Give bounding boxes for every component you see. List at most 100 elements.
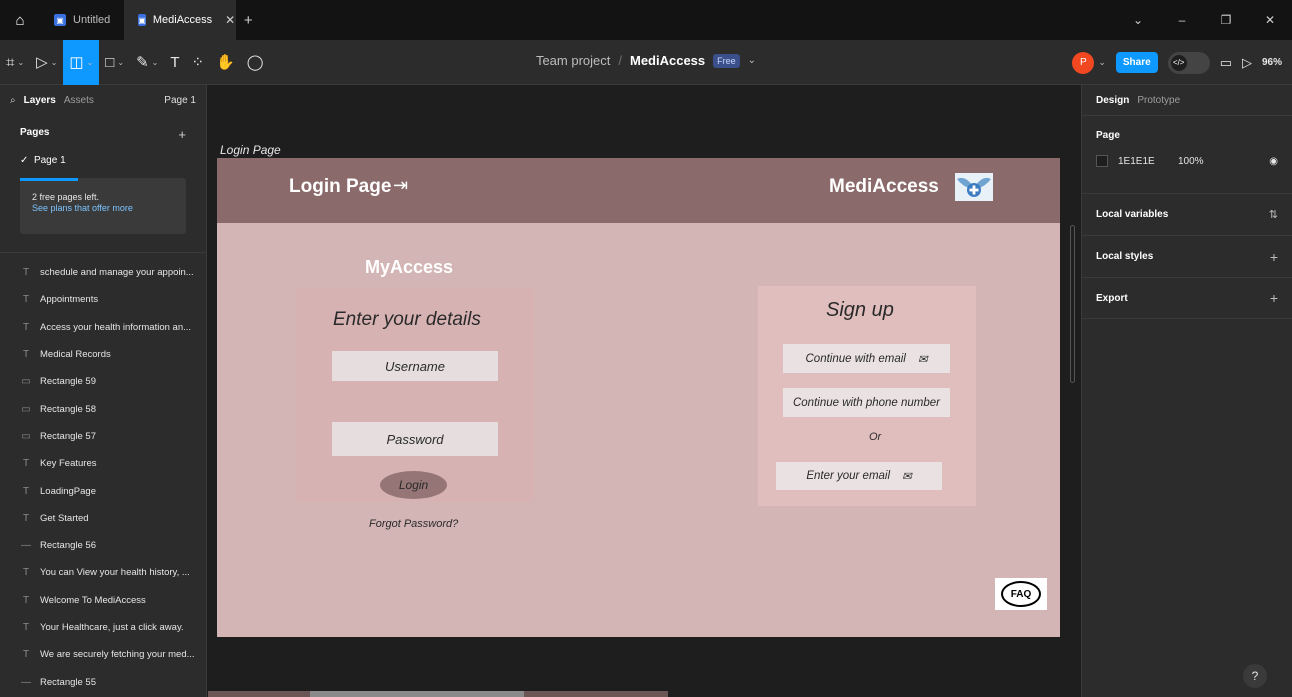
password-field[interactable]: Password — [332, 422, 498, 456]
search-icon[interactable]: ⌕ — [10, 95, 16, 106]
minimize-button[interactable]: – — [1160, 13, 1204, 27]
add-icon[interactable]: + — [1270, 290, 1278, 306]
rectangle-layer-icon: ▭ — [21, 376, 31, 388]
mail-icon: ✉ — [902, 471, 912, 483]
layer-item[interactable]: ▭ Rectangle 58 — [0, 395, 206, 422]
continue-phone-button[interactable]: Continue with phone number — [783, 388, 950, 417]
shape-tool[interactable]: □ ⌄ — [99, 40, 130, 85]
library-icon[interactable]: ▭ — [1220, 55, 1232, 71]
main-menu-button[interactable]: ⌗ ⌄ — [0, 40, 30, 85]
layer-item[interactable]: ▭ Rectangle 59 — [0, 368, 206, 395]
resources-tool[interactable]: ⁘ — [186, 40, 211, 85]
add-tab-button[interactable]: + — [236, 12, 260, 29]
text-layer-icon: T — [22, 512, 30, 524]
username-field[interactable]: Username — [332, 351, 498, 381]
layer-item[interactable]: T Appointments — [0, 286, 206, 313]
figma-menu-icon: ⌗ — [6, 53, 15, 71]
file-breadcrumb[interactable]: Team project / MediAccess Free ⌄ — [536, 53, 756, 68]
local-variables-section[interactable]: Local variables ⇅ — [1082, 193, 1292, 235]
layer-label: Welcome To MediAccess — [40, 594, 146, 606]
present-icon[interactable]: ▷ — [1242, 55, 1252, 71]
add-icon[interactable]: + — [1270, 249, 1278, 265]
pen-tool[interactable]: ✎ ⌄ — [130, 40, 164, 85]
forgot-password-link[interactable]: Forgot Password? — [369, 518, 458, 530]
faq-icon: FAQ — [1001, 581, 1041, 607]
chevron-down-icon[interactable]: ⌄ — [1116, 13, 1160, 27]
text-layer-icon: T — [22, 294, 30, 306]
tab-label: Untitled — [73, 14, 111, 26]
page-background-row[interactable]: 1E1E1E 100% ◉ — [1096, 155, 1278, 167]
layer-item[interactable]: T Welcome To MediAccess — [0, 587, 206, 614]
text-layer-icon: T — [22, 321, 30, 333]
login-button[interactable]: Login — [380, 471, 447, 499]
comment-tool[interactable]: ◯ — [241, 40, 270, 85]
layer-item[interactable]: T Your Healthcare, just a click away. — [0, 614, 206, 641]
tab-untitled[interactable]: ▣ Untitled — [40, 0, 124, 40]
chevron-down-icon[interactable]: ⌄ — [1098, 57, 1106, 68]
layer-item[interactable]: ▭ Rectangle 57 — [0, 423, 206, 450]
tab-design[interactable]: Design — [1096, 95, 1129, 106]
variables-icon[interactable]: ⇅ — [1269, 208, 1278, 221]
faq-button[interactable]: FAQ — [995, 578, 1047, 610]
text-layer-icon: T — [22, 649, 30, 661]
continue-phone-label: Continue with phone number — [792, 396, 941, 409]
tab-mediaccess[interactable]: ▣ MediAccess ✕ — [124, 0, 237, 40]
text-layer-icon: T — [22, 267, 30, 279]
rectangle-layer-icon: ▭ — [21, 430, 31, 442]
close-icon[interactable]: ✕ — [225, 13, 235, 27]
email-input[interactable]: Enter your email ✉ — [776, 462, 942, 490]
horizontal-scrollbar[interactable] — [208, 691, 668, 697]
layer-item[interactable]: — Rectangle 55 — [0, 668, 206, 695]
maximize-button[interactable]: ❐ — [1204, 13, 1248, 27]
eye-icon[interactable]: ◉ — [1269, 156, 1278, 167]
close-window-button[interactable]: ✕ — [1248, 13, 1292, 27]
layer-item[interactable]: T We are securely fetching your med... — [0, 641, 206, 668]
layer-item[interactable]: T Access your health information an... — [0, 314, 206, 341]
canvas[interactable]: Login Page Login Page ⇥ MediAccess MyAcc… — [208, 85, 1080, 697]
add-page-icon[interactable]: + — [178, 127, 186, 142]
page-selector[interactable]: Page 1 — [164, 95, 196, 106]
move-tool[interactable]: ▷ ⌄ — [30, 40, 63, 85]
page-item-page-1[interactable]: ✓ Page 1 — [0, 142, 206, 166]
background-opacity[interactable]: 100% — [1178, 156, 1258, 167]
chevron-down-icon[interactable]: ⌄ — [748, 55, 756, 66]
help-button[interactable]: ? — [1243, 664, 1267, 688]
home-icon[interactable]: ⌂ — [0, 0, 40, 40]
tab-assets[interactable]: Assets — [64, 95, 94, 106]
layers-panel: ⌕ Layers Assets Page 1 Pages + ✓ Page 1 … — [0, 85, 207, 697]
local-variables-label: Local variables — [1096, 209, 1169, 220]
layer-item[interactable]: T Medical Records — [0, 341, 206, 368]
vertical-scrollbar[interactable] — [1070, 225, 1075, 383]
signup-heading: Sign up — [826, 299, 894, 321]
login-page-frame[interactable]: Login Page ⇥ MediAccess MyAccess Enter y… — [217, 158, 1060, 637]
tab-prototype[interactable]: Prototype — [1137, 95, 1180, 106]
share-button[interactable]: Share — [1115, 52, 1158, 73]
text-tool[interactable]: T — [164, 40, 185, 85]
team-name[interactable]: Team project — [536, 53, 610, 68]
frame-tool[interactable]: ◫ ⌄ — [63, 39, 100, 85]
background-hex[interactable]: 1E1E1E — [1118, 156, 1178, 167]
pages-header: Pages + — [0, 115, 206, 142]
chevron-down-icon: ⌄ — [17, 57, 25, 67]
layer-item[interactable]: T Get Started — [0, 505, 206, 532]
frame-label[interactable]: Login Page — [220, 143, 281, 157]
hand-tool[interactable]: ✋ — [210, 40, 241, 85]
zoom-level[interactable]: 96% — [1262, 57, 1282, 68]
layer-item[interactable]: — Rectangle 56 — [0, 532, 206, 559]
continue-email-button[interactable]: Continue with email ✉ — [783, 344, 950, 373]
layer-item[interactable]: Tschedule and manage your appoin... — [0, 259, 206, 286]
text-layer-icon: T — [22, 567, 30, 579]
color-swatch[interactable] — [1096, 155, 1108, 167]
scroll-thumb[interactable] — [310, 691, 524, 697]
rectangle-layer-icon: — — [21, 676, 31, 688]
avatar[interactable]: P — [1072, 51, 1095, 74]
layer-item[interactable]: T You can View your health history, ... — [0, 559, 206, 586]
see-plans-link[interactable]: See plans that offer more — [32, 203, 174, 213]
tab-layers[interactable]: Layers — [24, 95, 56, 106]
export-section[interactable]: Export + — [1082, 277, 1292, 319]
local-styles-section[interactable]: Local styles + — [1082, 235, 1292, 277]
dev-mode-toggle[interactable]: </> — [1167, 51, 1210, 74]
layer-item[interactable]: T Key Features — [0, 450, 206, 477]
file-name[interactable]: MediAccess — [630, 53, 705, 68]
layer-item[interactable]: T LoadingPage — [0, 477, 206, 504]
